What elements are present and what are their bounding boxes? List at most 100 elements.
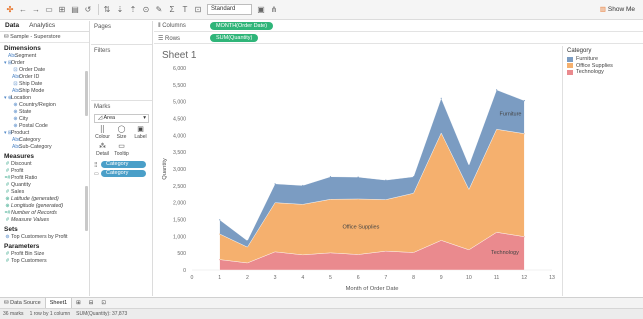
new-worksheet-tab-icon[interactable]: ⊞: [72, 298, 85, 309]
sort-asc-icon[interactable]: ⇣: [116, 5, 124, 14]
dimension-sub-category[interactable]: AbcSub-Category: [0, 144, 89, 151]
measure-latitude-generated[interactable]: ⊕Latitude (generated): [0, 196, 89, 203]
show-me-button[interactable]: ▥ Show Me: [599, 5, 635, 14]
dimension-ship-date[interactable]: ⊡Ship Date: [0, 81, 89, 88]
dimension-order[interactable]: ▾ ⊞Order: [0, 60, 89, 67]
dimension-country-region[interactable]: ⊕Country/Region: [0, 102, 89, 109]
dimension-order-date[interactable]: ⊡Order Date: [0, 67, 89, 74]
fix-axes-icon[interactable]: ⊡: [194, 5, 202, 14]
show-me-icon: ▥: [599, 6, 606, 13]
tab-analytics[interactable]: Analytics: [24, 21, 60, 31]
dimension-category[interactable]: AbcCategory: [0, 137, 89, 144]
detail-mark-button[interactable]: ⁂ Detail: [94, 143, 111, 158]
parameter-profit-bin-size[interactable]: # Profit Bin Size: [0, 251, 89, 258]
legend-swatch: [567, 56, 573, 62]
presentation-icon[interactable]: ▣: [257, 5, 265, 14]
dimension-ship-mode[interactable]: AbcShip Mode: [0, 88, 89, 95]
data-source-tab-label: Data Source: [10, 299, 41, 306]
dimension-label: Order Date: [19, 67, 46, 73]
colour-mark-button[interactable]: ⣿ Colour: [94, 126, 111, 141]
point-furniture[interactable]: [385, 179, 387, 181]
dimension-location[interactable]: ▾ ⊕Location: [0, 95, 89, 102]
dimension-order-id[interactable]: AbcOrder ID: [0, 74, 89, 81]
save-icon[interactable]: ▭: [45, 5, 53, 14]
measures-scrollbar[interactable]: [85, 186, 88, 231]
new-story-tab-icon[interactable]: ⊡: [97, 298, 110, 309]
columns-pill[interactable]: MONTH(Order Date): [210, 22, 274, 30]
dimension-postal-code[interactable]: ⊕Postal Code: [0, 123, 89, 130]
y-axis-title[interactable]: Quantity: [162, 158, 168, 180]
category-pill[interactable]: Category: [101, 170, 146, 177]
measure-label: Measure Values: [11, 217, 50, 223]
dimension-label: Sub-Category: [19, 144, 52, 150]
measure-number-of-records[interactable]: =#Number of Records: [0, 210, 89, 217]
pages-card[interactable]: Pages: [91, 21, 152, 45]
measure-quantity[interactable]: # Quantity: [0, 182, 89, 189]
point-furniture[interactable]: [357, 176, 359, 178]
undo-icon[interactable]: ↺: [84, 5, 92, 14]
legend-item-technology[interactable]: Technology: [567, 69, 639, 76]
measure-sales[interactable]: # Sales: [0, 189, 89, 196]
mark-type-value: Area: [103, 115, 116, 121]
rows-shelf[interactable]: ☰ Rows SUM(Quantity): [154, 33, 643, 44]
size-mark-button[interactable]: ◯ Size: [113, 126, 130, 141]
labels-icon[interactable]: T: [181, 5, 189, 14]
group-icon[interactable]: ⊙: [142, 5, 150, 14]
dimension-product[interactable]: ▾ ⊞Product: [0, 130, 89, 137]
rows-pill[interactable]: SUM(Quantity): [210, 34, 259, 42]
point-furniture[interactable]: [440, 97, 442, 99]
filters-card[interactable]: Filters: [91, 45, 152, 101]
tableau-logo-icon[interactable]: ✣: [6, 5, 14, 14]
x-axis-title[interactable]: Month of Order Date: [346, 286, 399, 292]
label-mark-button[interactable]: ▣ Label: [132, 126, 149, 141]
highlight-icon[interactable]: ✎: [155, 5, 163, 14]
data-source-tab[interactable]: ⛁ Data Source: [0, 298, 45, 309]
dimensions-scrollbar[interactable]: [85, 71, 88, 116]
measure-profit[interactable]: # Profit: [0, 168, 89, 175]
tooltip-mark-button[interactable]: ▭ Tooltip: [113, 143, 130, 158]
new-worksheet-icon[interactable]: ▤: [71, 5, 79, 14]
share-icon[interactable]: ⋔: [270, 5, 278, 14]
parameter-top-customers[interactable]: # Top Customers: [0, 258, 89, 265]
sheet-tab[interactable]: Sheet1: [44, 297, 73, 309]
point-furniture[interactable]: [302, 184, 304, 187]
point-furniture[interactable]: [246, 240, 248, 242]
point-furniture[interactable]: [274, 183, 276, 185]
tooltip-icon: ▭: [118, 143, 125, 150]
colour-icon: ⣿: [99, 126, 106, 133]
set-top-customers-by-profit[interactable]: ⊚Top Customers by Profit: [0, 234, 89, 241]
forward-icon[interactable]: →: [32, 5, 40, 14]
category-pill[interactable]: Category: [101, 161, 146, 168]
point-furniture[interactable]: [329, 176, 332, 178]
back-icon[interactable]: ←: [19, 5, 27, 14]
dimension-state[interactable]: ⊕State: [0, 109, 89, 116]
point-furniture[interactable]: [412, 176, 415, 178]
data-source-item[interactable]: ⛁ Sample - Superstore: [0, 32, 89, 43]
dimension-segment[interactable]: AbcSegment: [0, 53, 89, 60]
measure-label: Quantity: [11, 182, 31, 188]
cards-column: Pages Filters Marks ◿ Area ▾ ⣿ Colour ◯ Size…: [91, 21, 153, 296]
mark-type-select[interactable]: ◿ Area ▾: [94, 114, 149, 123]
area-chart[interactable]: Furniture Office Supplies Technology 0 500 1,…: [154, 60, 560, 296]
point-furniture[interactable]: [219, 219, 221, 221]
y-tick-label: 5,500: [173, 83, 186, 89]
measure-profit-ratio[interactable]: =#Profit Ratio: [0, 175, 89, 182]
mark-button-label: Tooltip: [114, 151, 129, 157]
columns-label: ⫴ Columns: [154, 23, 210, 30]
new-data-source-icon[interactable]: ⊞: [58, 5, 66, 14]
measure-longitude-generated[interactable]: ⊕Longitude (generated): [0, 203, 89, 210]
new-dashboard-tab-icon[interactable]: ⊟: [85, 298, 98, 309]
point-furniture[interactable]: [523, 100, 525, 102]
columns-shelf[interactable]: ⫴ Columns MONTH(Order Date): [154, 21, 643, 32]
measure-measure-values[interactable]: # Measure Values: [0, 217, 89, 224]
point-furniture[interactable]: [496, 89, 498, 91]
measure-discount[interactable]: # Discount: [0, 161, 89, 168]
totals-icon[interactable]: Σ: [168, 5, 176, 14]
fit-select[interactable]: Standard: [207, 4, 252, 15]
sort-desc-icon[interactable]: ⇡: [129, 5, 137, 14]
tab-data[interactable]: Data: [0, 21, 24, 31]
swap-icon[interactable]: ⇅: [103, 5, 111, 14]
dimension-city[interactable]: ⊕City: [0, 116, 89, 123]
dimension-type-icon: Abc: [12, 88, 21, 94]
point-furniture[interactable]: [468, 164, 470, 166]
